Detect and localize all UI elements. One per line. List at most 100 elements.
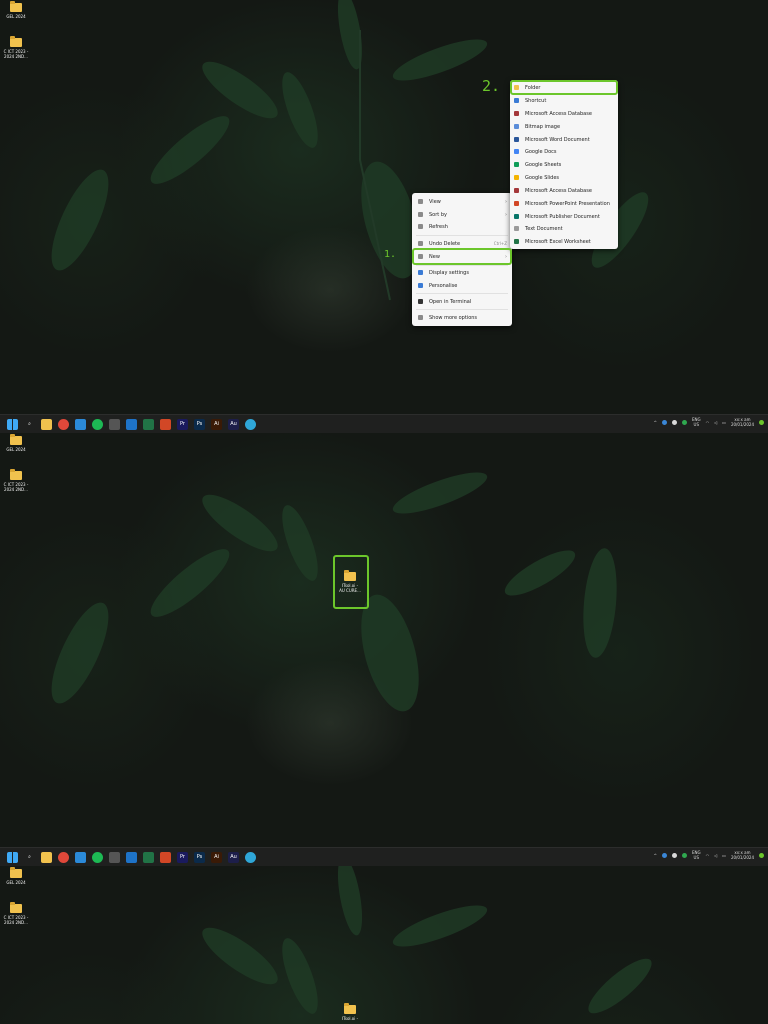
new-item-google-sheets[interactable]: Google Sheets (510, 159, 618, 170)
new-item-shortcut[interactable]: Shortcut (510, 95, 618, 106)
battery-icon[interactable]: ▭ (722, 420, 726, 425)
ctx-item-refresh[interactable]: Refresh (412, 221, 512, 232)
tray-app-icon[interactable] (681, 852, 687, 858)
new-item-excel[interactable]: Microsoft Excel Worksheet (510, 236, 618, 247)
ctx-item-show-more[interactable]: Show more options (412, 312, 512, 323)
folder-icon (10, 469, 22, 480)
folder-icon (10, 1, 22, 12)
desktop-folder-cict[interactable]: C ICT 2023 - 2024 2ND... (0, 469, 32, 492)
ctx-item-label: Undo Delete (429, 240, 461, 247)
taskbar-powerpoint-icon[interactable] (160, 419, 171, 430)
desktop-folder-gel[interactable]: GEL 2024 (0, 434, 32, 452)
submenu-item-label: Google Docs (525, 148, 557, 155)
desktop-icon-label: GEL 2024 (6, 447, 26, 452)
desktop-folder-cict[interactable]: C ICT 2023 - 2024 2ND... (0, 36, 32, 59)
taskbar-vscode-icon[interactable] (75, 419, 86, 430)
leaf-decor (51, 0, 649, 301)
desktop-new-folder[interactable]: ITsol.oi - (334, 1003, 366, 1021)
taskbar-spotify-icon[interactable] (92, 852, 103, 863)
folder-icon (10, 36, 22, 47)
new-item-bitmap[interactable]: Bitmap image (510, 121, 618, 132)
taskbar-spotify-icon[interactable] (92, 419, 103, 430)
submenu-item-label: Microsoft Excel Worksheet (525, 238, 591, 245)
volume-icon[interactable]: ◁ (714, 420, 717, 425)
taskbar-outlook-icon[interactable] (126, 419, 137, 430)
battery-icon[interactable]: ▭ (722, 853, 726, 858)
taskbar-start-icon[interactable] (7, 852, 18, 863)
wifi-icon[interactable]: ◠ (706, 420, 710, 425)
submenu-item-label: Google Slides (525, 174, 560, 181)
excel-icon (514, 239, 519, 244)
taskbar-audition-icon[interactable]: Au (228, 852, 239, 863)
taskbar-vscode-icon[interactable] (75, 852, 86, 863)
onedrive-icon[interactable] (661, 852, 667, 858)
more-options-icon (418, 315, 423, 320)
tray-app-icon[interactable] (671, 419, 677, 425)
desktop-icon-label: C ICT 2023 - 2024 2ND... (3, 482, 29, 492)
volume-icon[interactable]: ◁ (714, 853, 717, 858)
taskbar-app-icon[interactable] (109, 419, 120, 430)
taskbar-file-explorer-icon[interactable] (41, 852, 52, 863)
taskbar-chrome-icon[interactable] (58, 852, 69, 863)
taskbar-photoshop-icon[interactable]: Ps (194, 419, 205, 430)
taskbar-chrome-icon[interactable] (58, 419, 69, 430)
ctx-item-sort-by[interactable]: Sort by › (412, 209, 512, 220)
new-item-google-docs[interactable]: Google Docs (510, 146, 618, 157)
taskbar-app-icon[interactable] (109, 852, 120, 863)
tray-app-icon[interactable] (671, 852, 677, 858)
taskbar-start-icon[interactable] (7, 419, 18, 430)
ctx-item-open-terminal[interactable]: Open in Terminal (412, 296, 512, 307)
clock[interactable]: xx:x am 20/01/2024 (731, 850, 754, 860)
taskbar-edge-icon[interactable] (245, 419, 256, 430)
desktop-icon-label: ITsol.oi - (341, 1016, 359, 1021)
new-item-google-slides[interactable]: Google Slides (510, 172, 618, 183)
taskbar-excel-icon[interactable] (143, 419, 154, 430)
menu-divider (416, 309, 508, 310)
onedrive-icon[interactable] (661, 419, 667, 425)
ctx-item-display-settings[interactable]: Display settings (412, 267, 512, 278)
taskbar-search-icon[interactable]: ⌕ (24, 852, 35, 863)
new-item-powerpoint[interactable]: Microsoft PowerPoint Presentation (510, 198, 618, 209)
taskbar-outlook-icon[interactable] (126, 852, 137, 863)
taskbar-illustrator-icon[interactable]: Ai (211, 852, 222, 863)
desktop-folder-cict[interactable]: C ICT 2023 - 2024 2ND... (0, 902, 32, 925)
notification-icon[interactable] (759, 852, 764, 858)
chevron-up-icon[interactable]: ^ (654, 853, 657, 858)
chevron-up-icon[interactable]: ^ (654, 420, 657, 425)
desktop-folder-gel[interactable]: GEL 2024 (0, 1, 32, 19)
taskbar-audition-icon[interactable]: Au (228, 419, 239, 430)
ctx-item-label: View (429, 198, 441, 205)
powerpoint-icon (514, 201, 519, 206)
clock[interactable]: xx:x am 20/01/2024 (731, 417, 754, 427)
notification-icon[interactable] (759, 419, 764, 425)
new-item-word[interactable]: Microsoft Word Document (510, 134, 618, 145)
system-tray: ^ ENG US ◠ ◁ ▭ xx:x am 20/01/2024 (654, 850, 764, 860)
new-item-access-db-2[interactable]: Microsoft Access Database (510, 185, 618, 196)
taskbar-premiere-icon[interactable]: Pr (177, 419, 188, 430)
taskbar-search-icon[interactable]: ⌕ (24, 419, 35, 430)
new-item-access-db[interactable]: Microsoft Access Database (510, 108, 618, 119)
taskbar-photoshop-icon[interactable]: Ps (194, 852, 205, 863)
language-indicator[interactable]: ENG US (692, 850, 701, 860)
tray-app-icon[interactable] (681, 419, 687, 425)
ctx-item-personalise[interactable]: Personalise (412, 280, 512, 291)
terminal-icon (418, 299, 423, 304)
language-indicator[interactable]: ENG US (692, 417, 701, 427)
desktop-folder-gel[interactable]: GEL 2024 (0, 867, 32, 885)
new-item-publisher[interactable]: Microsoft Publisher Document (510, 211, 618, 222)
leaf-decor (51, 472, 617, 712)
taskbar-powerpoint-icon[interactable] (160, 852, 171, 863)
text-document-icon (514, 226, 519, 231)
taskbar-file-explorer-icon[interactable] (41, 419, 52, 430)
taskbar-premiere-icon[interactable]: Pr (177, 852, 188, 863)
shortcut-icon (514, 98, 519, 103)
ctx-item-view[interactable]: View › (412, 196, 512, 207)
taskbar-apps: ⌕ Pr Ps Ai Au (7, 419, 256, 430)
taskbar-edge-icon[interactable] (245, 852, 256, 863)
taskbar-illustrator-icon[interactable]: Ai (211, 419, 222, 430)
ctx-item-label: Show more options (429, 314, 478, 321)
taskbar-excel-icon[interactable] (143, 852, 154, 863)
wifi-icon[interactable]: ◠ (706, 853, 710, 858)
new-item-text-document[interactable]: Text Document (510, 223, 618, 234)
ctx-item-label: Personalise (429, 282, 458, 289)
